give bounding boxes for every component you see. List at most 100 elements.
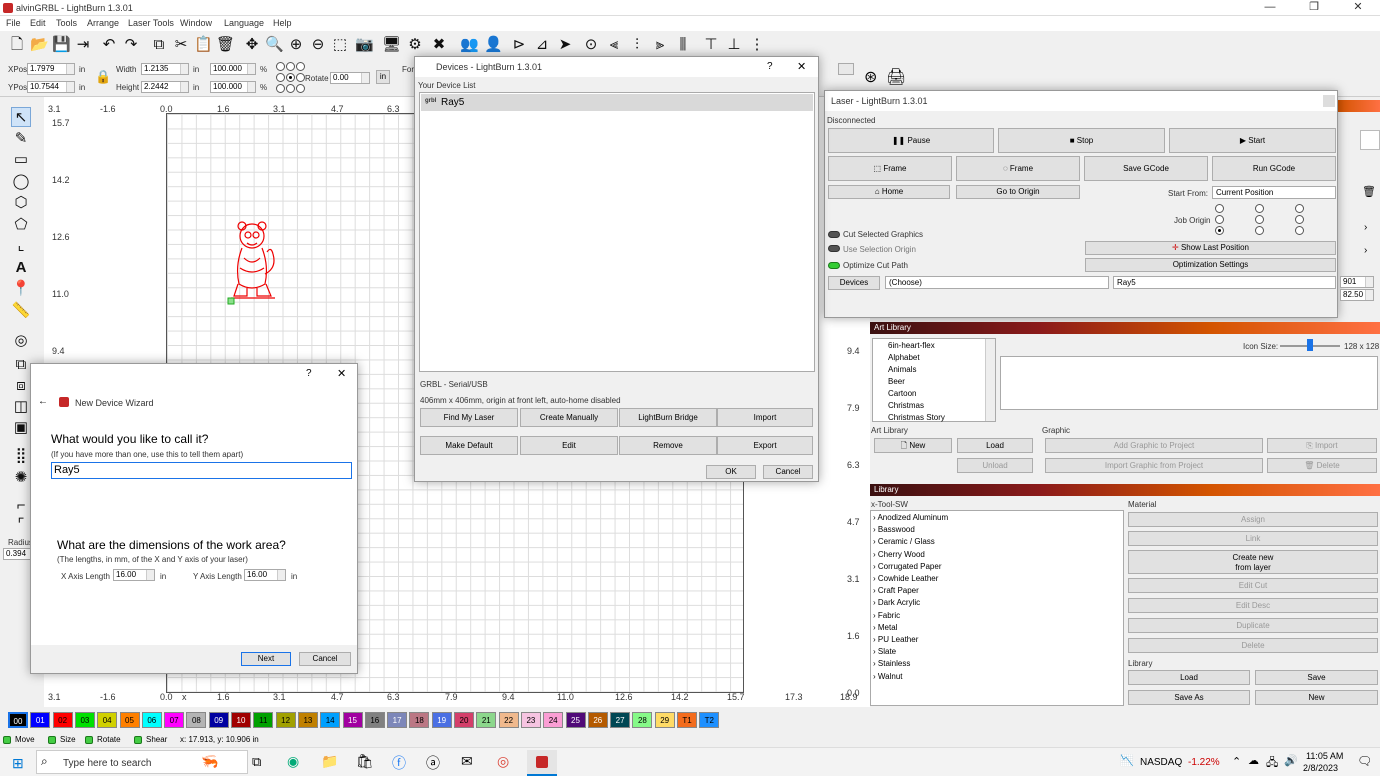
unload-art-library-button[interactable]: Unload [957,458,1033,473]
anchor-radio[interactable] [286,84,295,93]
color-swatch-08[interactable]: 08 [186,712,207,728]
move-toggle-icon[interactable] [3,736,11,744]
material-tree-item[interactable]: › Corrugated Paper [873,562,941,571]
job-origin-radio[interactable] [1215,226,1224,235]
rotate-toggle-icon[interactable] [85,736,93,744]
camera-icon[interactable]: 📷 [355,36,374,54]
menu-language[interactable]: Language [224,18,264,28]
cancel-button[interactable]: Cancel [763,465,813,479]
make-default-button[interactable]: Make Default [420,436,518,455]
color-swatch-04[interactable]: 04 [97,712,118,728]
material-tree-item[interactable]: › Slate [873,647,896,656]
material-tree-item[interactable]: › PU Leather [873,635,918,644]
offset-icon[interactable]: ◎ [11,331,31,351]
list-item[interactable]: Cartoon [888,389,916,398]
boolean-intersect-icon[interactable]: ▣ [11,418,31,438]
load-art-library-button[interactable]: Load [957,438,1033,453]
zoom-fit-icon[interactable]: 🔍 [265,36,284,54]
import-graphic-button[interactable]: ⎘ Import [1267,438,1377,453]
anchor-radio[interactable] [296,62,305,71]
paste-icon[interactable]: 📋 [194,36,213,54]
color-swatch-09[interactable]: 09 [208,712,229,728]
link-button[interactable]: Link [1128,531,1378,546]
color-swatch-t1[interactable]: T1 [677,712,697,728]
color-swatch-19[interactable]: 19 [431,712,452,728]
ok-button[interactable]: OK [706,465,756,479]
xpos-input[interactable]: 1.7979 [27,63,75,75]
save-icon[interactable]: 💾 [52,36,71,54]
import-icon[interactable]: ⇥ [74,36,92,54]
job-origin-radio[interactable] [1215,204,1224,213]
use-selection-toggle[interactable] [828,245,840,252]
anchor-radio[interactable] [276,73,285,82]
maximize-button[interactable]: ❐ [1292,0,1336,16]
color-swatch-27[interactable]: 27 [610,712,631,728]
color-swatch-25[interactable]: 25 [565,712,586,728]
preview-icon[interactable]: ⊛ [864,67,877,87]
color-swatch-t2[interactable]: T2 [699,712,720,728]
close-icon[interactable]: ✕ [337,367,346,380]
stock-ticker[interactable]: NASDAQ [1140,757,1182,768]
menu-laser-tools[interactable]: Laser Tools [128,18,174,28]
edit-desc-button[interactable]: Edit Desc [1128,598,1378,613]
device-select[interactable]: Ray5 [1113,276,1336,289]
job-origin-radio[interactable] [1215,215,1224,224]
icon-size-slider-handle[interactable] [1307,339,1313,351]
color-swatch-00[interactable]: 00 [8,712,28,728]
amazon-icon[interactable]: ⓐ [426,753,440,773]
material-tree-item[interactable]: › Cowhide Leather [873,574,938,583]
circular-array-icon[interactable]: ✺ [11,468,31,488]
next-button[interactable]: Next [241,652,291,666]
home-button[interactable]: ⌂ Home [828,185,950,199]
align-center-icon[interactable]: ⫶ [628,36,646,54]
menu-help[interactable]: Help [273,18,292,28]
color-swatch-11[interactable]: 11 [253,712,274,728]
color-swatch-02[interactable]: 02 [52,712,73,728]
anchor-radio[interactable] [276,84,285,93]
start-from-select[interactable]: Current Position [1212,186,1336,199]
corner-radius-icon[interactable]: ⌜ [11,515,31,535]
trash-icon[interactable]: 🗑 [1362,185,1376,198]
settings-icon[interactable]: ⚙ [406,36,424,54]
help-icon[interactable]: ? [767,61,773,72]
align-top-icon[interactable]: ⊤ [702,36,720,54]
menu-file[interactable]: File [6,18,21,28]
align-left-icon[interactable]: ⫷ [605,36,623,54]
job-origin-radio[interactable] [1255,204,1264,213]
rectangle-icon[interactable]: ▭ [11,150,31,170]
width-input[interactable]: 1.2135 [141,63,189,75]
chevron-right-icon[interactable]: › [1364,222,1367,233]
anchor-radio[interactable] [276,62,285,71]
color-swatch-03[interactable]: 03 [74,712,95,728]
devices-button[interactable]: Devices [828,276,880,290]
distribute-v-icon[interactable]: ⋮ [748,36,766,54]
cloud-icon[interactable]: ☁ [1248,754,1259,767]
menu-arrange[interactable]: Arrange [87,18,119,28]
zoom-in-icon[interactable]: ⊕ [287,36,305,54]
redo-icon[interactable]: ↷ [122,36,140,54]
height-percent-input[interactable]: 100.000 [210,81,256,93]
new-art-library-button[interactable]: 🗋 New [874,438,952,453]
cancel-button[interactable]: Cancel [299,652,351,666]
network-icon[interactable]: 🖧 [1266,754,1278,773]
color-swatch-17[interactable]: 17 [387,712,408,728]
undo-icon[interactable]: ↶ [100,36,118,54]
edge-icon[interactable]: ◉ [287,753,299,770]
mail-icon[interactable]: ✉ [461,753,473,770]
material-tree-item[interactable]: › Walnut [873,672,903,681]
new-library-button[interactable]: New [1255,690,1378,705]
add-graphic-button[interactable]: Add Graphic to Project [1045,438,1263,453]
stop-button[interactable]: ■ Stop [998,128,1165,153]
corner-icon[interactable]: ⌞ [11,236,31,256]
new-file-icon[interactable]: 🗋 [8,36,26,54]
open-folder-icon[interactable]: 📂 [30,36,49,54]
create-new-from-layer-button[interactable]: Create new from layer [1128,550,1378,574]
select-arrow-icon[interactable]: ↖ [11,107,31,127]
boolean-diff-icon[interactable]: ◫ [11,397,31,417]
lightburn-taskbar-button[interactable] [527,750,557,776]
align-right-icon[interactable]: ⫸ [651,36,669,54]
users-icon[interactable]: 👥 [460,36,479,54]
frame-button[interactable]: ⬚ Frame [828,156,952,181]
save-gcode-button[interactable]: Save GCode [1084,156,1208,181]
go-to-origin-button[interactable]: Go to Origin [956,185,1080,199]
